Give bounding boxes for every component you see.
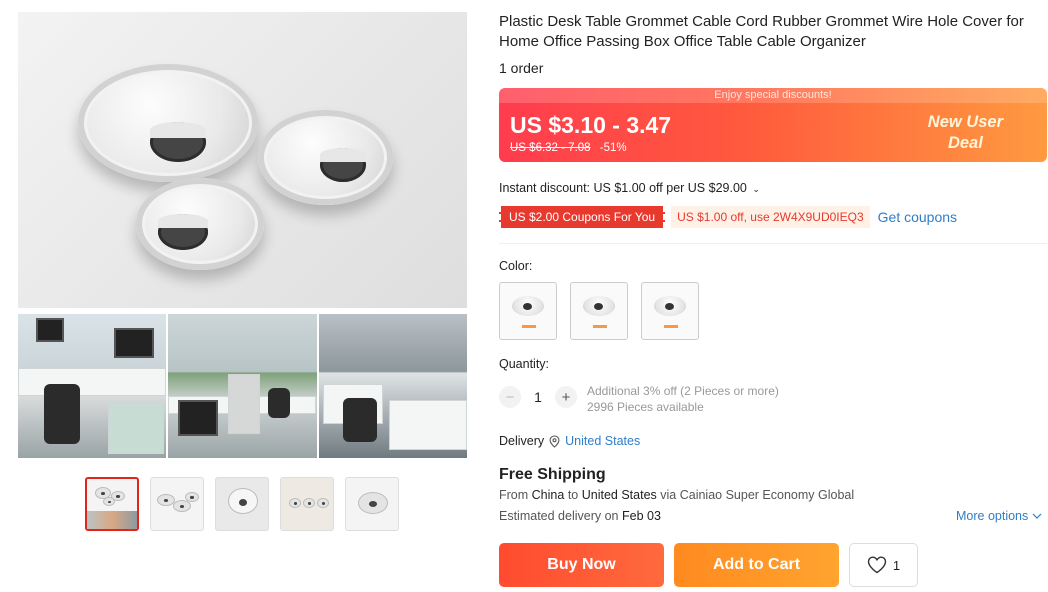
color-option-1[interactable]	[499, 282, 557, 340]
coupon-row: US $2.00 Coupons For You US $1.00 off, u…	[499, 206, 957, 228]
original-price-row: US $6.32 - 7.08 -51%	[510, 142, 627, 154]
chevron-down-icon: ⌄	[752, 184, 760, 194]
office-scene-3	[318, 314, 467, 458]
special-discount-banner: Enjoy special discounts!	[499, 88, 1047, 103]
heart-icon	[867, 556, 887, 574]
thumbnail-list	[85, 477, 399, 531]
get-coupons-link[interactable]: Get coupons	[878, 209, 957, 225]
grommet-medium	[258, 110, 393, 205]
thumbnail-2[interactable]	[150, 477, 204, 531]
order-count: 1 order	[499, 60, 544, 76]
from-country: China	[531, 488, 565, 502]
office-scene-strip	[18, 314, 467, 458]
quantity-label: Quantity:	[499, 357, 550, 371]
color-option-2[interactable]	[570, 282, 628, 340]
shipping-carrier: via Cainiao Super Economy Global	[660, 488, 855, 502]
coupon-badge[interactable]: US $2.00 Coupons For You	[499, 206, 666, 228]
quantity-stepper: − 1 +	[499, 386, 577, 408]
to-label: to	[567, 488, 579, 502]
color-option-3[interactable]	[641, 282, 699, 340]
to-country: United States	[581, 488, 657, 502]
color-label: Color:	[499, 259, 533, 273]
decrease-quantity-button[interactable]: −	[499, 386, 521, 408]
thumbnail-3[interactable]	[215, 477, 269, 531]
instant-discount[interactable]: Instant discount: US $1.00 off per US $2…	[499, 181, 760, 195]
new-user-label: New User	[927, 113, 1003, 131]
coupon-code[interactable]: US $1.00 off, use 2W4X9UD0IEQ3	[671, 206, 870, 228]
chevron-down-icon	[1032, 513, 1042, 519]
free-shipping-title: Free Shipping	[499, 466, 606, 483]
color-swatches	[499, 282, 699, 340]
discount-percent: -51%	[599, 142, 627, 154]
grommet-small	[136, 178, 264, 270]
new-user-deal-badge: New User Deal	[928, 112, 1003, 154]
increase-quantity-button[interactable]: +	[555, 386, 577, 408]
office-scene-2	[168, 314, 317, 458]
bulk-discount-text: Additional 3% off (2 Pieces or more)	[587, 384, 779, 398]
delivery-row: Delivery United States	[499, 434, 640, 448]
stock-available: 2996 Pieces available	[587, 400, 704, 414]
more-options-link[interactable]: More options	[956, 509, 1042, 523]
thumbnail-5[interactable]	[345, 477, 399, 531]
original-price: US $6.32 - 7.08	[510, 142, 591, 154]
product-page: Plastic Desk Table Grommet Cable Cord Ru…	[0, 0, 1048, 592]
office-scene-1	[18, 314, 167, 458]
delivery-country-link[interactable]: United States	[565, 434, 640, 448]
delivery-label: Delivery	[499, 434, 545, 448]
quantity-info: Additional 3% off (2 Pieces or more) 299…	[587, 383, 779, 415]
estimated-delivery: Estimated delivery on Feb 03	[499, 509, 661, 523]
quantity-value[interactable]: 1	[521, 389, 555, 405]
wishlist-count: 1	[892, 557, 901, 573]
location-pin-icon	[549, 434, 560, 448]
wishlist-button[interactable]: 1	[849, 543, 918, 587]
from-label: From	[499, 488, 529, 502]
shipping-route: From China to United States via Cainiao …	[499, 488, 854, 502]
product-title: Plastic Desk Table Grommet Cable Cord Ru…	[499, 13, 1024, 50]
estimated-delivery-label: Estimated delivery on	[499, 509, 619, 523]
main-product-image[interactable]	[18, 12, 467, 308]
current-price: US $3.10 - 3.47	[510, 112, 672, 138]
deal-label: Deal	[947, 134, 983, 152]
divider	[499, 243, 1047, 244]
thumbnail-4[interactable]	[280, 477, 334, 531]
buy-now-button[interactable]: Buy Now	[499, 543, 664, 587]
price-banner: Enjoy special discounts! US $3.10 - 3.47…	[499, 88, 1047, 162]
more-options-label: More options	[956, 509, 1029, 523]
instant-discount-text: Instant discount: US $1.00 off per US $2…	[499, 181, 747, 195]
estimated-delivery-date: Feb 03	[622, 509, 661, 523]
thumbnail-1[interactable]	[85, 477, 139, 531]
grommet-large	[78, 64, 258, 182]
add-to-cart-button[interactable]: Add to Cart	[674, 543, 839, 587]
